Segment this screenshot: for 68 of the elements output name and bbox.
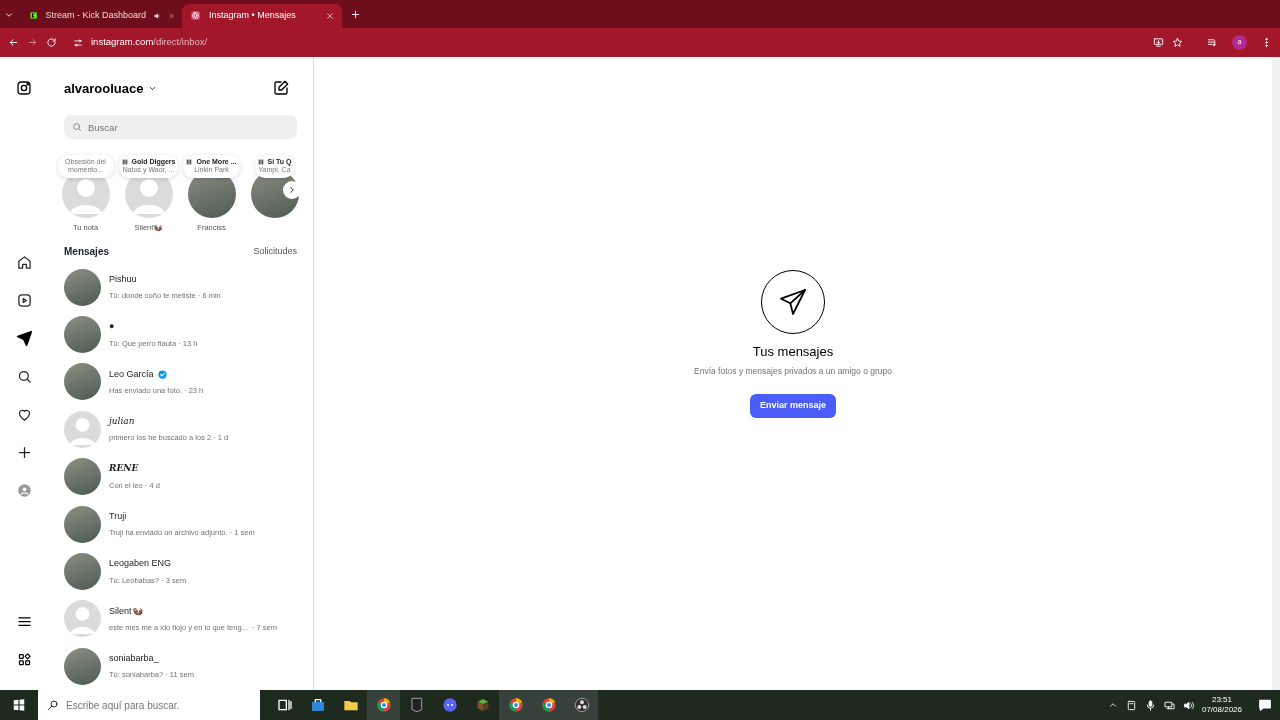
install-icon[interactable] (1153, 37, 1164, 49)
browser-icon (540, 697, 557, 713)
username-dropdown[interactable]: alvarooluace (64, 78, 157, 99)
contact-name: Pishuu (109, 272, 137, 286)
send-icon[interactable] (15, 330, 33, 347)
contact-name: Truji (109, 509, 127, 523)
reload-icon[interactable] (46, 37, 57, 49)
music-bars-icon (257, 159, 264, 166)
network-icon[interactable] (1163, 699, 1175, 711)
profile-icon[interactable] (16, 482, 32, 498)
scrollbar[interactable] (1272, 57, 1280, 690)
browser-tab[interactable]: Stream - Kick Dashboard (22, 3, 182, 28)
device-icon[interactable] (1125, 699, 1137, 711)
compose-icon[interactable] (273, 80, 289, 97)
empty-subtitle: Envía fotos y mensajes privados a un amigo o grupo (694, 365, 892, 379)
url-field[interactable]: instagram.com/direct/inbox/ (73, 35, 1145, 50)
contact-name: soniabarba_ (109, 651, 159, 665)
browser-tab[interactable]: Instagram • Mensajes (182, 3, 342, 28)
taskbar-app[interactable] (499, 690, 532, 720)
music-bars-icon (186, 159, 193, 166)
empty-title: Tus mensajes (752, 342, 834, 361)
back-icon[interactable] (8, 37, 19, 49)
windows-start-icon[interactable] (12, 698, 26, 712)
search-icon (72, 122, 82, 133)
store-icon (309, 697, 326, 713)
browser-icon (507, 697, 524, 713)
taskbar-app[interactable] (565, 690, 598, 720)
speaker-icon[interactable] (153, 10, 161, 21)
section-title: Mensajes (64, 245, 110, 260)
site-settings-icon[interactable] (73, 37, 83, 48)
search-field[interactable]: Buscar (64, 115, 297, 140)
close-icon[interactable] (168, 11, 174, 20)
search-icon (47, 699, 59, 711)
browser-icon (375, 697, 392, 713)
search-icon[interactable] (16, 368, 32, 384)
new-tab-icon[interactable] (350, 8, 361, 20)
contact-name: Leo García (109, 367, 154, 381)
media-queue-icon[interactable] (1207, 37, 1218, 49)
home-icon[interactable] (16, 254, 32, 270)
notification-icon[interactable] (1258, 698, 1272, 712)
clock[interactable]: 23:51 07/08/2026 (1201, 695, 1242, 715)
close-icon[interactable] (326, 11, 334, 20)
contact-name: julian (109, 414, 135, 428)
contact-name: Leogaben ENG (109, 557, 172, 571)
forward-icon[interactable] (27, 37, 38, 49)
contact-name: RENE (109, 462, 139, 476)
instagram-logo-icon[interactable] (16, 80, 32, 97)
chevron-icon (287, 185, 297, 196)
requests-link[interactable]: Solicitudes (253, 245, 297, 259)
microphone-icon[interactable] (1144, 699, 1156, 711)
star-icon[interactable] (1172, 37, 1183, 49)
speaker-icon[interactable] (1182, 699, 1194, 711)
camera-logo-icon (190, 10, 201, 22)
video-icon[interactable] (16, 292, 32, 308)
music-bars-icon (121, 159, 128, 166)
task-view-icon (276, 697, 293, 713)
kick-logo-icon (30, 10, 38, 22)
contact-name: ● (109, 320, 115, 334)
taskbar-search-field[interactable]: Escribe aquí para buscar. (38, 690, 260, 720)
recorder-icon (573, 697, 590, 713)
next-button[interactable] (283, 181, 301, 200)
plus-icon[interactable] (16, 444, 32, 460)
discord-icon (441, 697, 458, 713)
contact-name: Silent🦦 (109, 604, 143, 618)
taskbar-app[interactable] (367, 690, 400, 720)
send-message-button[interactable]: Enviar mensaje (749, 394, 836, 418)
chevron-up-icon[interactable] (1107, 700, 1118, 710)
grid-icon[interactable] (16, 651, 32, 667)
